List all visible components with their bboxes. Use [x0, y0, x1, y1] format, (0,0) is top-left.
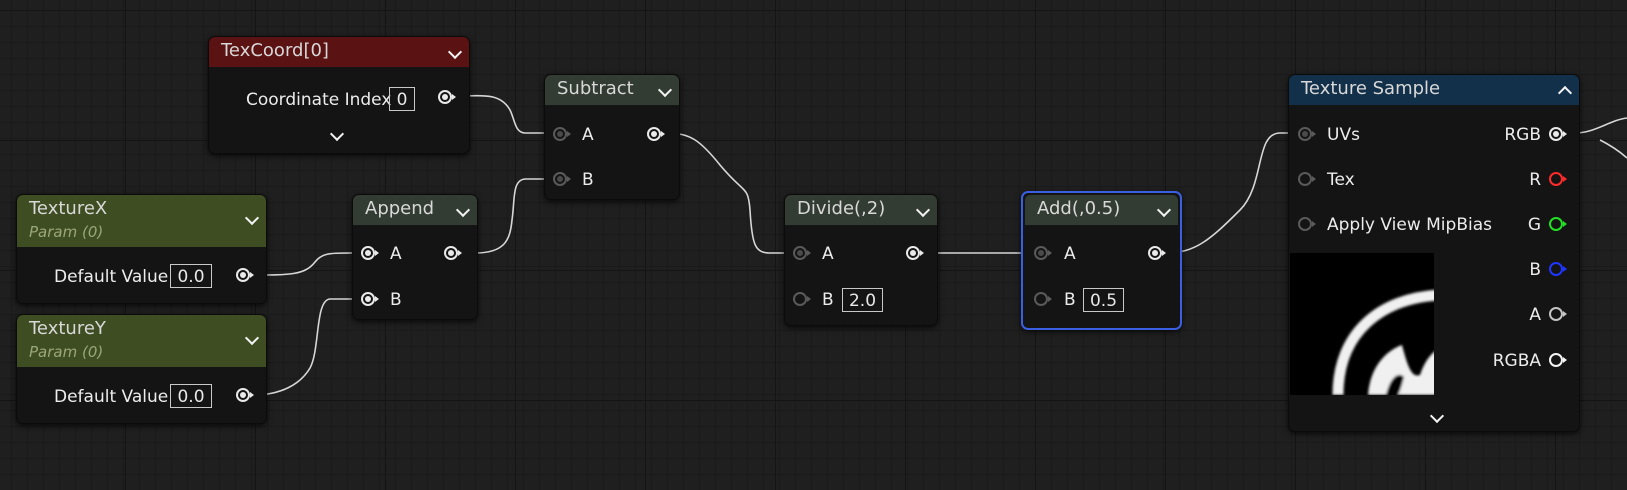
texturey-default-label: Default Value: [54, 387, 169, 407]
rgb-output-pin[interactable]: [1549, 126, 1567, 142]
wire-append-to-subtract-b: [474, 178, 553, 254]
append-output-pin[interactable]: [444, 245, 462, 261]
divide-b-label: B: [822, 290, 834, 310]
uvs-input-pin[interactable]: [1298, 126, 1316, 142]
coordinate-index-input[interactable]: 0: [389, 87, 415, 111]
collapse-chevron-icon[interactable]: [657, 82, 673, 98]
add-a-label: A: [1064, 244, 1076, 264]
wire-offscreen-continue: [1599, 139, 1627, 159]
g-output-label: G: [1527, 215, 1541, 235]
add-header[interactable]: Add(,0.5): [1025, 195, 1178, 225]
tex-label: Tex: [1327, 170, 1355, 190]
texturex-default-label: Default Value: [54, 267, 169, 287]
wire-texturex-to-append-a: [252, 252, 362, 276]
texturey-header[interactable]: TextureY Param (0): [17, 315, 266, 367]
b-output-pin[interactable]: [1549, 261, 1567, 277]
append-a-label: A: [390, 244, 402, 264]
mipbias-label: Apply View MipBias: [1327, 215, 1492, 235]
collapse-chevron-icon[interactable]: [244, 210, 260, 226]
divide-b-input[interactable]: 2.0: [842, 288, 883, 312]
divide-output-pin[interactable]: [906, 245, 924, 261]
append-node[interactable]: Append A B: [352, 194, 478, 320]
subtract-a-label: A: [582, 125, 594, 145]
wire-add-to-texture-uvs: [1165, 132, 1297, 254]
texturey-node[interactable]: TextureY Param (0) Default Value 0.0: [16, 314, 267, 424]
divide-title: Divide(,2): [797, 198, 886, 219]
add-title: Add(,0.5): [1037, 198, 1121, 219]
wire-texcoord-to-subtract-a: [460, 94, 553, 134]
texturex-node[interactable]: TextureX Param (0) Default Value 0.0: [16, 194, 267, 304]
collapse-chevron-up-icon[interactable]: [1557, 85, 1573, 101]
rgba-output-label: RGBA: [1492, 351, 1541, 371]
texturex-output-pin[interactable]: [236, 267, 254, 283]
texturex-header[interactable]: TextureX Param (0): [17, 195, 266, 247]
add-output-pin[interactable]: [1148, 245, 1166, 261]
rgb-output-label: RGB: [1504, 125, 1541, 145]
texture-sample-node[interactable]: Texture Sample UVs Tex Apply View MipBia…: [1288, 74, 1580, 432]
subtract-node[interactable]: Subtract A B: [544, 74, 680, 200]
collapse-chevron-icon[interactable]: [244, 330, 260, 346]
wire-texturey-to-append-b: [252, 298, 362, 396]
texture-preview-image: [1332, 290, 1434, 395]
texturey-output-pin[interactable]: [236, 387, 254, 403]
divide-input-b-pin[interactable]: [793, 291, 811, 307]
a-output-pin[interactable]: [1549, 306, 1567, 322]
a-output-label: A: [1529, 305, 1541, 325]
texcoord-header[interactable]: TexCoord[0]: [209, 37, 469, 67]
append-header[interactable]: Append: [353, 195, 477, 225]
add-input-b-pin[interactable]: [1034, 291, 1052, 307]
subtract-header[interactable]: Subtract: [545, 75, 679, 105]
texture-sample-header[interactable]: Texture Sample: [1289, 75, 1579, 105]
divide-header[interactable]: Divide(,2): [785, 195, 937, 225]
add-b-label: B: [1064, 290, 1076, 310]
subtract-output-pin[interactable]: [647, 126, 665, 142]
append-title: Append: [365, 198, 435, 219]
texcoord-node[interactable]: TexCoord[0] Coordinate Index 0: [208, 36, 470, 154]
r-output-label: R: [1529, 170, 1541, 190]
divide-a-label: A: [822, 244, 834, 264]
texturex-subtitle: Param (0): [29, 223, 104, 241]
divide-node[interactable]: Divide(,2) A B 2.0: [784, 194, 938, 326]
texturex-title: TextureX: [29, 198, 108, 219]
add-b-input[interactable]: 0.5: [1083, 288, 1124, 312]
divide-input-a-pin[interactable]: [793, 245, 811, 261]
texturey-title: TextureY: [29, 318, 106, 339]
coordinate-index-label: Coordinate Index: [246, 90, 392, 110]
texturey-subtitle: Param (0): [29, 343, 104, 361]
expand-chevron-icon[interactable]: [329, 126, 345, 142]
subtract-input-a-pin[interactable]: [553, 126, 571, 142]
texcoord-title: TexCoord[0]: [221, 40, 329, 61]
texturex-default-input[interactable]: 0.0: [170, 264, 212, 288]
subtract-b-label: B: [582, 170, 594, 190]
add-input-a-pin[interactable]: [1034, 245, 1052, 261]
mipbias-input-pin[interactable]: [1298, 216, 1316, 232]
add-node[interactable]: Add(,0.5) A B 0.5: [1021, 191, 1182, 330]
collapse-chevron-icon[interactable]: [1156, 202, 1172, 218]
texture-preview-thumbnail: [1290, 253, 1434, 395]
wire-texture-rgb-offscreen: [1574, 117, 1627, 134]
append-input-a-pin[interactable]: [361, 245, 379, 261]
rgba-output-pin[interactable]: [1549, 352, 1567, 368]
collapse-chevron-icon[interactable]: [447, 44, 463, 60]
subtract-input-b-pin[interactable]: [553, 171, 571, 187]
collapse-chevron-icon[interactable]: [915, 202, 931, 218]
texturey-default-input[interactable]: 0.0: [170, 384, 212, 408]
uvs-label: UVs: [1327, 125, 1360, 145]
subtract-title: Subtract: [557, 78, 634, 99]
tex-input-pin[interactable]: [1298, 171, 1316, 187]
append-b-label: B: [390, 290, 402, 310]
texcoord-output-pin[interactable]: [438, 89, 456, 105]
wire-subtract-to-divide-a: [665, 132, 790, 254]
append-input-b-pin[interactable]: [361, 291, 379, 307]
texture-sample-title: Texture Sample: [1301, 78, 1441, 99]
g-output-pin[interactable]: [1549, 216, 1567, 232]
r-output-pin[interactable]: [1549, 171, 1567, 187]
collapse-chevron-icon[interactable]: [455, 202, 471, 218]
expand-chevron-icon[interactable]: [1429, 408, 1445, 424]
b-output-label: B: [1529, 260, 1541, 280]
